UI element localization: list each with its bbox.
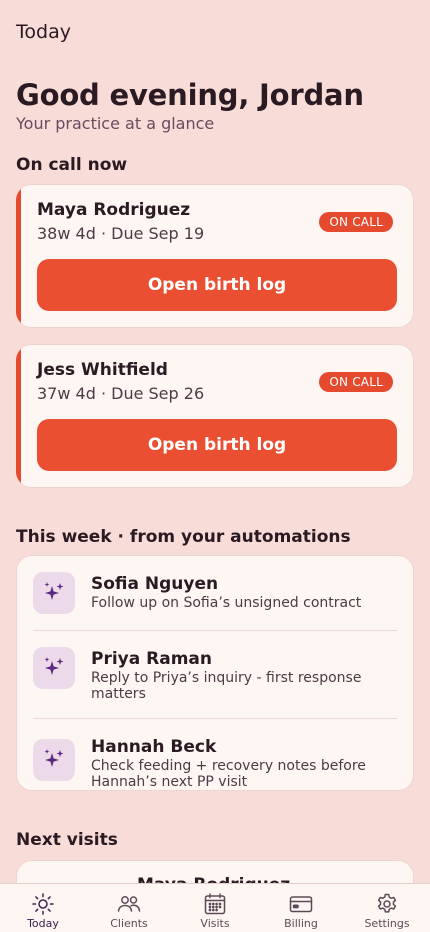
sparkles-icon — [33, 739, 75, 781]
automations-card: Sofia Nguyen Follow up on Sofia’s unsign… — [16, 555, 414, 791]
on-call-section-title: On call now — [16, 155, 128, 175]
on-call-card: Jess Whitfield 37w 4d · Due Sep 26 ON CA… — [16, 344, 414, 488]
automation-description: Reply to Priya’s inquiry - first respons… — [91, 670, 362, 702]
nav-label: Visits — [200, 917, 230, 930]
greeting-subtitle: Your practice at a glance — [16, 114, 215, 133]
top-bar: Today — [0, 0, 430, 64]
automation-item[interactable]: Hannah Beck Check feeding + recovery not… — [33, 719, 397, 790]
people-icon — [117, 896, 141, 912]
nav-item-today[interactable]: Today — [0, 884, 86, 932]
automations-section-title: This week · from your automations — [16, 527, 351, 547]
on-call-badge: ON CALL — [319, 372, 393, 392]
open-birth-log-button[interactable]: Open birth log — [37, 259, 397, 311]
nav-label: Settings — [364, 917, 410, 930]
sparkles-icon — [33, 647, 75, 689]
gear-icon — [377, 893, 397, 913]
automation-client-name: Sofia Nguyen — [91, 574, 219, 594]
calendar-icon — [204, 893, 226, 915]
next-visits-section-title: Next visits — [16, 830, 118, 850]
greeting-title: Good evening, Jordan — [16, 78, 364, 112]
card-icon — [289, 896, 313, 913]
nav-item-visits[interactable]: Visits — [172, 884, 258, 932]
sparkles-icon — [33, 572, 75, 614]
open-birth-log-button[interactable]: Open birth log — [37, 419, 397, 471]
automation-description: Check feeding + recovery notes before Ha… — [91, 758, 366, 790]
nav-label: Clients — [110, 917, 148, 930]
nav-label: Billing — [284, 917, 318, 930]
automation-item[interactable]: Sofia Nguyen Follow up on Sofia’s unsign… — [33, 556, 397, 631]
nav-item-billing[interactable]: Billing — [258, 884, 344, 932]
sun-icon — [32, 893, 54, 915]
nav-item-clients[interactable]: Clients — [86, 884, 172, 932]
bottom-nav: Today Clients Visits Billing Settings — [0, 883, 430, 932]
on-call-badge: ON CALL — [319, 212, 393, 232]
page-title: Today — [16, 21, 71, 43]
automation-client-name: Priya Raman — [91, 649, 212, 669]
automation-client-name: Hannah Beck — [91, 737, 217, 757]
automation-description: Follow up on Sofia’s unsigned contract — [91, 595, 362, 611]
nav-label: Today — [27, 917, 59, 930]
automation-item[interactable]: Priya Raman Reply to Priya’s inquiry - f… — [33, 631, 397, 719]
nav-item-settings[interactable]: Settings — [344, 884, 430, 932]
on-call-card: Maya Rodriguez 38w 4d · Due Sep 19 ON CA… — [16, 184, 414, 328]
greeting-block: Good evening, Jordan Your practice at a … — [0, 64, 430, 133]
